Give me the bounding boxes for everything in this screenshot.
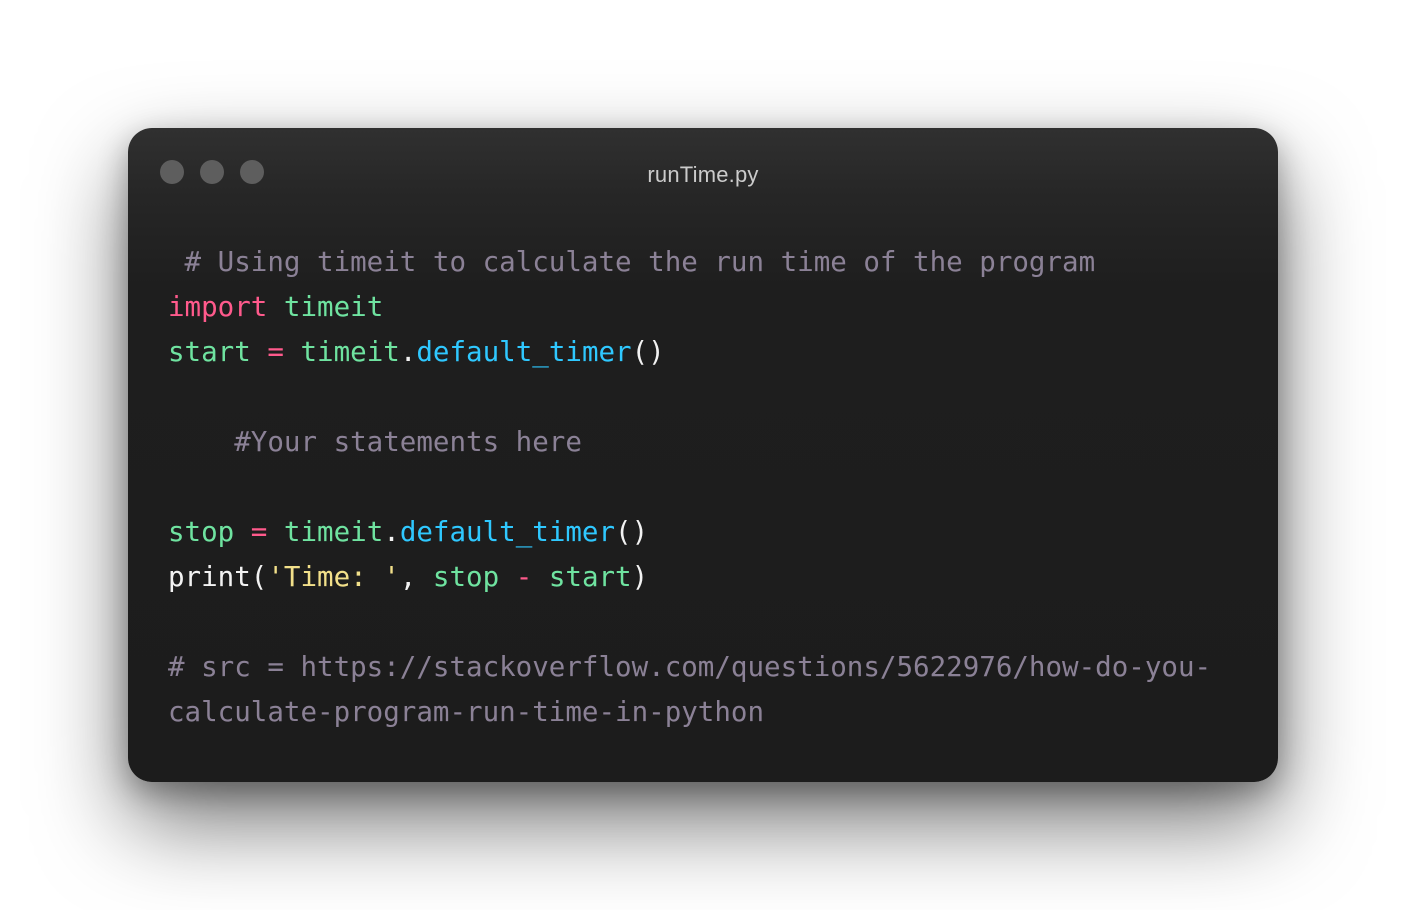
call-parens: () bbox=[631, 336, 665, 368]
keyword-import: import bbox=[168, 291, 268, 323]
function-name: default_timer bbox=[416, 336, 632, 368]
function-name: default_timer bbox=[399, 516, 616, 548]
code-line-8: print('Time: ', stop - start) bbox=[168, 555, 1211, 600]
comment-text: #Your statements here bbox=[168, 426, 582, 458]
close-paren: ) bbox=[631, 561, 649, 593]
code-line-9-empty bbox=[168, 600, 1211, 645]
comment-text: # Using timeit to calculate the run time… bbox=[168, 246, 1096, 278]
code-window: runTime.py # Using timeit to calculate t… bbox=[128, 128, 1278, 782]
minus-operator: - bbox=[499, 561, 549, 593]
code-line-1: # Using timeit to calculate the run time… bbox=[168, 240, 1211, 285]
window-title: runTime.py bbox=[647, 162, 759, 187]
code-block: # Using timeit to calculate the run time… bbox=[168, 240, 1211, 735]
comma: , bbox=[399, 561, 433, 593]
string-literal: 'Time: ' bbox=[267, 561, 400, 593]
code-line-5: #Your statements here bbox=[168, 420, 1211, 465]
assign-operator: = bbox=[250, 336, 301, 368]
module-name: timeit bbox=[283, 516, 384, 548]
code-line-3: start = timeit.default_timer() bbox=[168, 330, 1211, 375]
variable-stop: stop bbox=[168, 516, 235, 548]
module-name: timeit bbox=[300, 336, 400, 368]
code-line-2: import timeit bbox=[168, 285, 1211, 330]
comment-text: calculate-program-run-time-in-python bbox=[168, 696, 765, 728]
comment-text: # src = https://stackoverflow.com/questi… bbox=[168, 651, 1212, 683]
code-line-4-empty bbox=[168, 375, 1211, 420]
code-line-7: stop = timeit.default_timer() bbox=[168, 510, 1211, 555]
assign-operator: = bbox=[234, 516, 284, 548]
print-call: print( bbox=[168, 561, 268, 593]
call-parens: () bbox=[615, 516, 649, 548]
code-line-11: calculate-program-run-time-in-python bbox=[168, 690, 1211, 735]
module-name: timeit bbox=[283, 291, 384, 323]
dot-operator: . bbox=[383, 516, 400, 548]
code-line-10: # src = https://stackoverflow.com/questi… bbox=[168, 645, 1211, 690]
dot-operator: . bbox=[399, 336, 417, 368]
variable-start: start bbox=[548, 561, 632, 593]
code-line-6-empty bbox=[168, 465, 1211, 510]
variable-stop: stop bbox=[432, 561, 500, 593]
variable-start: start bbox=[168, 336, 251, 368]
